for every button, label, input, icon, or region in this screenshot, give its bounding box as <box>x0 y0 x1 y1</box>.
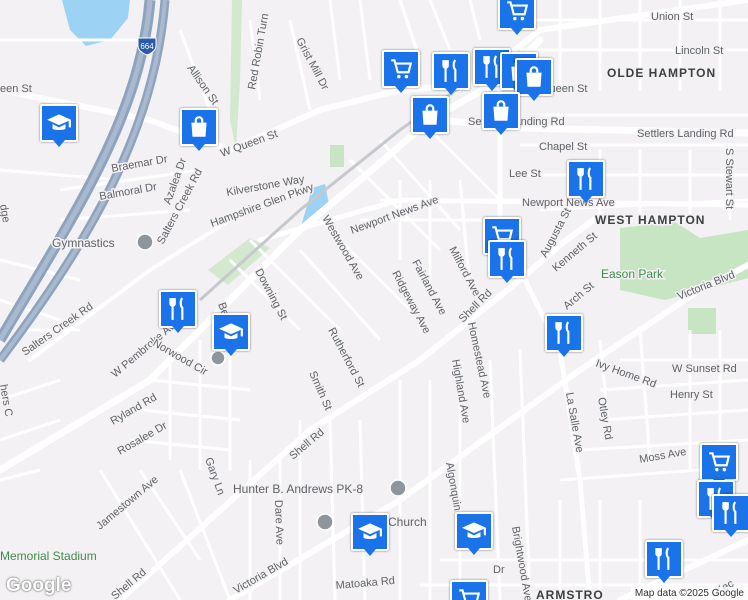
school-marker[interactable] <box>40 104 78 147</box>
shopping-cart-marker[interactable] <box>450 580 488 600</box>
park-patch <box>330 145 344 167</box>
church-label: Church <box>388 515 427 529</box>
school-icon <box>219 323 243 340</box>
green-strip <box>230 0 242 150</box>
school-icon <box>358 523 382 540</box>
street-label: Matoaka Rd <box>335 575 395 592</box>
restaurant-marker[interactable] <box>645 540 683 583</box>
street-label: dge <box>0 203 12 223</box>
street-label: Union St <box>651 11 693 23</box>
street-label: een St <box>0 83 32 95</box>
street-label: Milford Ave <box>446 245 482 299</box>
shield-number: 664 <box>140 42 154 51</box>
restaurant-marker[interactable] <box>712 494 748 537</box>
shopping-bag-icon <box>422 104 438 125</box>
street-label: Jamestown Ave <box>94 474 161 533</box>
street-label: Rutherford St <box>325 326 366 389</box>
restaurant-marker[interactable] <box>432 52 470 95</box>
google-logo: Google <box>6 575 72 596</box>
street-label: Gary Ln <box>202 456 227 497</box>
area-label-olde-hampton: OLDE HAMPTON <box>607 66 716 80</box>
restaurant-icon <box>169 297 184 320</box>
area-label-armstrong: ARMSTRO <box>536 588 604 600</box>
street-label: Dare Ave <box>272 500 286 545</box>
restaurant-marker[interactable] <box>567 160 605 203</box>
restaurant-marker[interactable] <box>545 314 583 357</box>
street-label: Brightwood Ave <box>509 525 534 600</box>
school-marker[interactable] <box>212 313 250 356</box>
restaurant-icon <box>442 59 457 82</box>
stadium-label: Memorial Stadium <box>0 549 97 563</box>
street-label: Braemar Dr <box>110 153 168 175</box>
shopping-cart-icon <box>709 452 731 472</box>
shopping-cart-marker[interactable] <box>498 0 536 35</box>
restaurant-icon <box>555 321 570 344</box>
street-label: Settlers Landing Rd <box>637 128 734 140</box>
park-patch <box>688 308 716 334</box>
gymnastics-poi[interactable]: Gymnastics <box>51 233 154 252</box>
street-label: Arch St <box>561 280 596 312</box>
restaurant-icon <box>655 547 670 570</box>
street-label: W Queen St <box>219 128 279 160</box>
school-poi[interactable]: Hunter B. Andrews PK-8 <box>232 479 407 498</box>
street-label: S Stewart St <box>723 148 735 209</box>
restaurant-icon <box>722 501 737 524</box>
restaurant-icon <box>498 247 513 270</box>
map-canvas[interactable]: 664 OLDE HAMPTON WEST HAMPTON Eason Park… <box>0 0 748 600</box>
street-label: Dr <box>493 564 505 576</box>
shopping-cart-marker[interactable] <box>382 50 420 93</box>
gymnastics-label: Gymnastics <box>52 236 115 250</box>
street-label: hers C <box>0 383 14 417</box>
school-marker[interactable] <box>455 512 493 555</box>
street-label: Allison St <box>185 63 221 107</box>
restaurant-marker[interactable] <box>488 240 526 283</box>
street-label: Newport News Ave <box>522 197 615 209</box>
school-icon <box>47 114 71 131</box>
street-label: Lee St <box>509 168 541 180</box>
street-label: Chapel St <box>539 141 587 153</box>
shopping-cart-marker[interactable] <box>700 443 738 486</box>
street-label: Highland Ave <box>449 358 472 424</box>
restaurant-marker[interactable] <box>159 290 197 333</box>
park-label: Eason Park <box>601 267 664 281</box>
street-label: Lincoln St <box>675 45 723 57</box>
shopping-bag-icon <box>526 66 542 87</box>
school-marker[interactable] <box>351 513 389 556</box>
street-label: Henry St <box>670 389 713 401</box>
shopping-cart-icon <box>391 59 413 79</box>
shopping-bag-marker[interactable] <box>482 92 520 135</box>
map-attribution[interactable]: Map data ©2025 Google <box>630 587 748 600</box>
street-label: W Sunset Rd <box>672 363 737 375</box>
shopping-bag-marker[interactable] <box>180 108 218 151</box>
street-label: Moss Ave <box>638 446 687 466</box>
area-label-west-hampton: WEST HAMPTON <box>595 213 705 227</box>
map-base: 664 OLDE HAMPTON WEST HAMPTON Eason Park… <box>0 0 748 600</box>
school-label: Hunter B. Andrews PK-8 <box>233 482 363 496</box>
shopping-bag-marker[interactable] <box>411 96 449 139</box>
restaurant-icon <box>577 167 592 190</box>
shopping-bag-marker[interactable] <box>515 58 553 101</box>
shopping-bag-icon <box>191 116 207 137</box>
school-icon <box>462 522 486 539</box>
street-label: La Salle Ave <box>563 391 585 453</box>
street-label: Smith St <box>306 369 334 412</box>
shopping-cart-icon <box>507 1 529 21</box>
school-dot-icon <box>210 350 226 366</box>
street-label: Otley Rd <box>595 396 614 440</box>
shopping-cart-icon <box>459 589 481 600</box>
shopping-bag-icon <box>493 100 509 121</box>
street-label: Rosalee Dr <box>116 420 170 458</box>
